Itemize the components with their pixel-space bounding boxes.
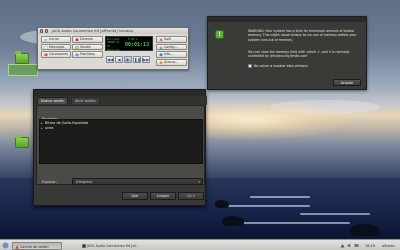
quit-button[interactable]: Salir [156, 36, 187, 43]
transport-state: Detenido [107, 48, 120, 52]
transport-time: 00:01:13 [125, 41, 150, 48]
info-label: Info... [164, 52, 174, 56]
status-display: Iniciado 0.00 % 48000 Hz RT 00:01:13 Det… [105, 36, 153, 52]
info-button[interactable]: Info... [156, 51, 187, 58]
patchbay-icon [75, 53, 78, 57]
dont-show-again-checkbox[interactable] [248, 64, 252, 68]
about-label: Acerca... [164, 60, 179, 64]
rock [215, 200, 229, 208]
warning-paragraph-1: WARNING: Your system has a limit for max… [248, 29, 357, 42]
jack-icon [81, 243, 86, 248]
wave [300, 213, 370, 215]
stop-label: Detener [80, 37, 94, 41]
patchbay-button[interactable]: Patchbay [72, 51, 103, 58]
task-label: Control de sesión [20, 244, 49, 249]
dsp-load: 0.00 % [128, 37, 138, 41]
explore-value: (Ninguno) [76, 180, 93, 184]
close-icon[interactable] [40, 29, 44, 33]
setup-label: Config... [164, 44, 178, 49]
jack-title-text: JACK Audio Connection Kit [ofFranfa] Ini… [52, 29, 134, 33]
expand-arrow-icon[interactable]: ▸ [41, 126, 43, 131]
messages-label: Mensajes [49, 44, 65, 49]
wave [220, 205, 310, 207]
minimize-icon[interactable] [44, 29, 48, 33]
connections-label: Conexiones [49, 52, 69, 56]
folder-icon [15, 53, 29, 64]
recent-sessions-list[interactable]: ▸ Ritmo de Gallo-Española ▸ unex [39, 119, 203, 164]
play-icon: ▶ [126, 57, 130, 62]
session-tabbar: Nueva sesión Abrir sesión [34, 96, 207, 105]
list-item[interactable]: unex [45, 126, 54, 131]
rock [222, 216, 244, 226]
wave [250, 196, 310, 198]
stop-button[interactable]: Detener [72, 36, 103, 43]
warning-icon: ! [215, 30, 224, 39]
tab-open-session[interactable]: Abrir sesión [71, 96, 100, 104]
desktop-icon-selection [8, 64, 38, 76]
quit-session-button[interactable]: Salir [122, 192, 148, 200]
rewind-button[interactable]: ◀◀ [106, 56, 114, 63]
quit-label: Salir [164, 37, 172, 41]
jack-window-title: JACK Audio Connection Kit [ofFranfa] Ini… [38, 28, 188, 34]
tab-new-session[interactable]: Nueva sesión [37, 96, 69, 104]
task-jack[interactable]: JACK Audio Connection Kit [of... [80, 242, 160, 250]
open-button[interactable]: Abrir [178, 192, 204, 200]
app-menu-icon[interactable] [2, 242, 9, 249]
rock [350, 224, 380, 236]
pause-icon: ❚❚ [134, 57, 141, 62]
desktop-folder-icon[interactable] [15, 137, 29, 148]
task-session-control[interactable]: Control de sesión [12, 241, 62, 250]
task-label: JACK Audio Connection Kit [of... [87, 243, 139, 248]
mail-icon[interactable] [354, 243, 359, 248]
warning-icon-glyph: ! [218, 31, 221, 38]
messages-button[interactable]: Mensajes [41, 43, 71, 50]
gear-icon [159, 45, 162, 49]
explore-label: Explorar: [42, 180, 57, 184]
ardour-icon [14, 244, 19, 249]
pause-button[interactable]: ❚❚ [133, 56, 141, 63]
session-dialog: Nueva sesión Abrir sesión Recientes ▸ Ri… [33, 89, 207, 206]
start-label: Iniciar [49, 37, 60, 41]
network-icon[interactable] [340, 243, 345, 248]
session-button[interactable]: Sesión [72, 43, 103, 50]
taskbar: Control de sesión JACK Audio Connection … [0, 239, 400, 250]
chevron-down-icon: ▾ [198, 180, 200, 184]
patchbay-label: Patchbay [80, 52, 96, 56]
sample-rate: 48000 Hz [107, 41, 120, 44]
stop-icon [75, 38, 78, 42]
session-icon [74, 45, 79, 49]
accept-button[interactable]: Aceptar [333, 79, 361, 86]
backward-button[interactable]: ◀ [115, 56, 123, 63]
about-icon [159, 61, 162, 65]
user-name[interactable]: alfranlo [382, 242, 395, 250]
warning-titlebar [208, 17, 366, 22]
explore-dropdown[interactable]: (Ninguno) ▾ [72, 178, 203, 185]
clock[interactable]: 18:16 [365, 242, 375, 250]
connections-button[interactable]: Conexiones [41, 51, 71, 58]
forward-button[interactable]: ▶▶ [142, 56, 150, 63]
play-button[interactable]: ▶ [124, 56, 132, 63]
clear-button[interactable]: Limpiar [150, 192, 176, 200]
messages-icon [43, 45, 48, 49]
start-button[interactable]: Iniciar [41, 36, 71, 43]
session-label: Sesión [80, 44, 91, 49]
wave [240, 222, 350, 224]
quit-icon [158, 38, 163, 42]
play-icon [44, 38, 47, 42]
dont-show-again-label: No volver a mostrar esta ventana [254, 64, 308, 68]
desktop-folder-icon[interactable] [15, 53, 29, 64]
fast-forward-icon: ▶▶ [143, 57, 150, 62]
connections-icon [44, 53, 47, 57]
about-button[interactable]: Acerca... [156, 59, 187, 66]
warning-paragraph-2: You can view the memory limit with 'ulim… [248, 50, 350, 59]
rewind-icon: ◀◀ [107, 57, 114, 62]
info-icon [159, 53, 162, 57]
volume-icon[interactable] [347, 243, 352, 248]
backward-icon: ◀ [117, 57, 121, 62]
setup-button[interactable]: Config... [156, 43, 187, 50]
folder-icon [15, 137, 29, 148]
jack-window: JACK Audio Connection Kit [ofFranfa] Ini… [37, 27, 189, 70]
